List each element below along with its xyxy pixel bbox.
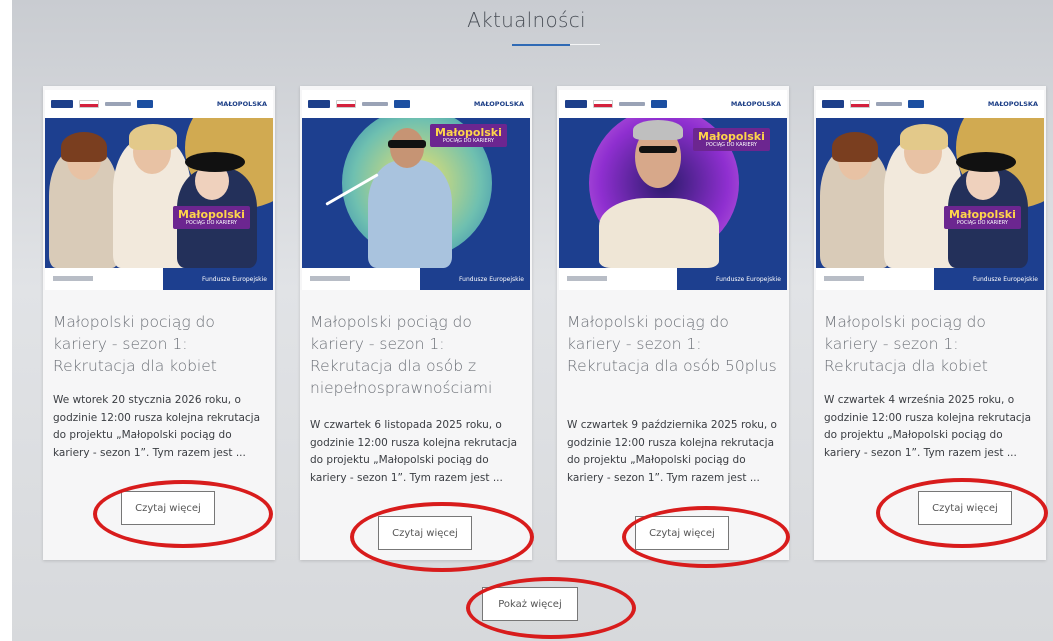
news-card[interactable]: MAŁOPOLSKA Małopolski POCIĄG DO KARIERY F… bbox=[300, 86, 532, 560]
logo-bar: MAŁOPOLSKA bbox=[816, 90, 1044, 118]
card-title[interactable]: Małopolski pociąg do kariery - sezon 1: … bbox=[53, 311, 263, 377]
left-edge-strip bbox=[0, 0, 12, 641]
gov-logo-icon bbox=[876, 102, 902, 106]
logo-bar: MAŁOPOLSKA bbox=[559, 90, 787, 118]
campaign-badge: Małopolski POCIĄG DO KARIERY bbox=[693, 128, 770, 151]
fe-logo-icon bbox=[308, 100, 330, 108]
show-more-button[interactable]: Pokaż więcej bbox=[482, 587, 578, 621]
news-card[interactable]: MAŁOPOLSKA Małopolski POCIĄG DO KARIERY F… bbox=[814, 86, 1046, 560]
card-excerpt: W czwartek 9 października 2025 roku, o g… bbox=[567, 419, 777, 484]
card-image[interactable]: MAŁOPOLSKA Małopolski POCIĄG DO KARIERY F… bbox=[302, 90, 530, 290]
card-image[interactable]: MAŁOPOLSKA Małopolski POCIĄG DO KARIERY F… bbox=[559, 90, 787, 290]
card-title[interactable]: Małopolski pociąg do kariery - sezon 1: … bbox=[824, 311, 1034, 377]
title-underline bbox=[512, 44, 570, 46]
funding-footer: Fundusze Europejskie bbox=[816, 268, 1044, 290]
eu-flag-icon bbox=[137, 100, 153, 108]
section-title: Aktualności bbox=[467, 8, 586, 32]
read-more-button[interactable]: Czytaj więcej bbox=[378, 516, 472, 550]
pl-flag-icon bbox=[593, 100, 613, 108]
eu-flag-icon bbox=[908, 100, 924, 108]
malopolska-logo: MAŁOPOLSKA bbox=[987, 100, 1038, 108]
funding-footer: Fundusze Europejskie bbox=[559, 268, 787, 290]
promo-artwork: Małopolski POCIĄG DO KARIERY bbox=[559, 118, 787, 268]
card-title[interactable]: Małopolski pociąg do kariery - sezon 1: … bbox=[310, 311, 520, 399]
title-underline-fade bbox=[570, 44, 600, 45]
read-more-button[interactable]: Czytaj więcej bbox=[635, 516, 729, 550]
read-more-button[interactable]: Czytaj więcej bbox=[918, 491, 1012, 525]
pl-flag-icon bbox=[850, 100, 870, 108]
logo-bar: MAŁOPOLSKA bbox=[302, 90, 530, 118]
gov-logo-icon bbox=[362, 102, 388, 106]
gov-logo-icon bbox=[619, 102, 645, 106]
promo-artwork: Małopolski POCIĄG DO KARIERY bbox=[45, 118, 273, 268]
malopolska-logo: MAŁOPOLSKA bbox=[216, 100, 267, 108]
card-image[interactable]: MAŁOPOLSKA Małopolski POCIĄG DO KARIERY F… bbox=[45, 90, 273, 290]
pl-flag-icon bbox=[79, 100, 99, 108]
logo-bar: MAŁOPOLSKA bbox=[45, 90, 273, 118]
card-title[interactable]: Małopolski pociąg do kariery - sezon 1: … bbox=[567, 311, 777, 377]
funding-footer: Fundusze Europejskie bbox=[302, 268, 530, 290]
campaign-badge: Małopolski POCIĄG DO KARIERY bbox=[944, 206, 1021, 229]
fe-logo-icon bbox=[51, 100, 73, 108]
eu-flag-icon bbox=[651, 100, 667, 108]
read-more-button[interactable]: Czytaj więcej bbox=[121, 491, 215, 525]
eu-flag-icon bbox=[394, 100, 410, 108]
news-card[interactable]: MAŁOPOLSKA Małopolski POCIĄG DO KARIERY F… bbox=[43, 86, 275, 560]
news-card[interactable]: MAŁOPOLSKA Małopolski POCIĄG DO KARIERY F… bbox=[557, 86, 789, 560]
card-excerpt: W czwartek 6 listopada 2025 roku, o godz… bbox=[310, 419, 518, 484]
card-excerpt: We wtorek 20 stycznia 2026 roku, o godzi… bbox=[53, 394, 261, 459]
campaign-badge: Małopolski POCIĄG DO KARIERY bbox=[173, 206, 250, 229]
malopolska-logo: MAŁOPOLSKA bbox=[730, 100, 781, 108]
malopolska-logo: MAŁOPOLSKA bbox=[473, 100, 524, 108]
pl-flag-icon bbox=[336, 100, 356, 108]
fe-logo-icon bbox=[822, 100, 844, 108]
promo-artwork: Małopolski POCIĄG DO KARIERY bbox=[816, 118, 1044, 268]
card-excerpt: W czwartek 4 września 2025 roku, o godzi… bbox=[824, 394, 1032, 459]
campaign-badge: Małopolski POCIĄG DO KARIERY bbox=[430, 124, 507, 147]
gov-logo-icon bbox=[105, 102, 131, 106]
fe-logo-icon bbox=[565, 100, 587, 108]
funding-footer: Fundusze Europejskie bbox=[45, 268, 273, 290]
promo-artwork: Małopolski POCIĄG DO KARIERY bbox=[302, 118, 530, 268]
card-image[interactable]: MAŁOPOLSKA Małopolski POCIĄG DO KARIERY F… bbox=[816, 90, 1044, 290]
